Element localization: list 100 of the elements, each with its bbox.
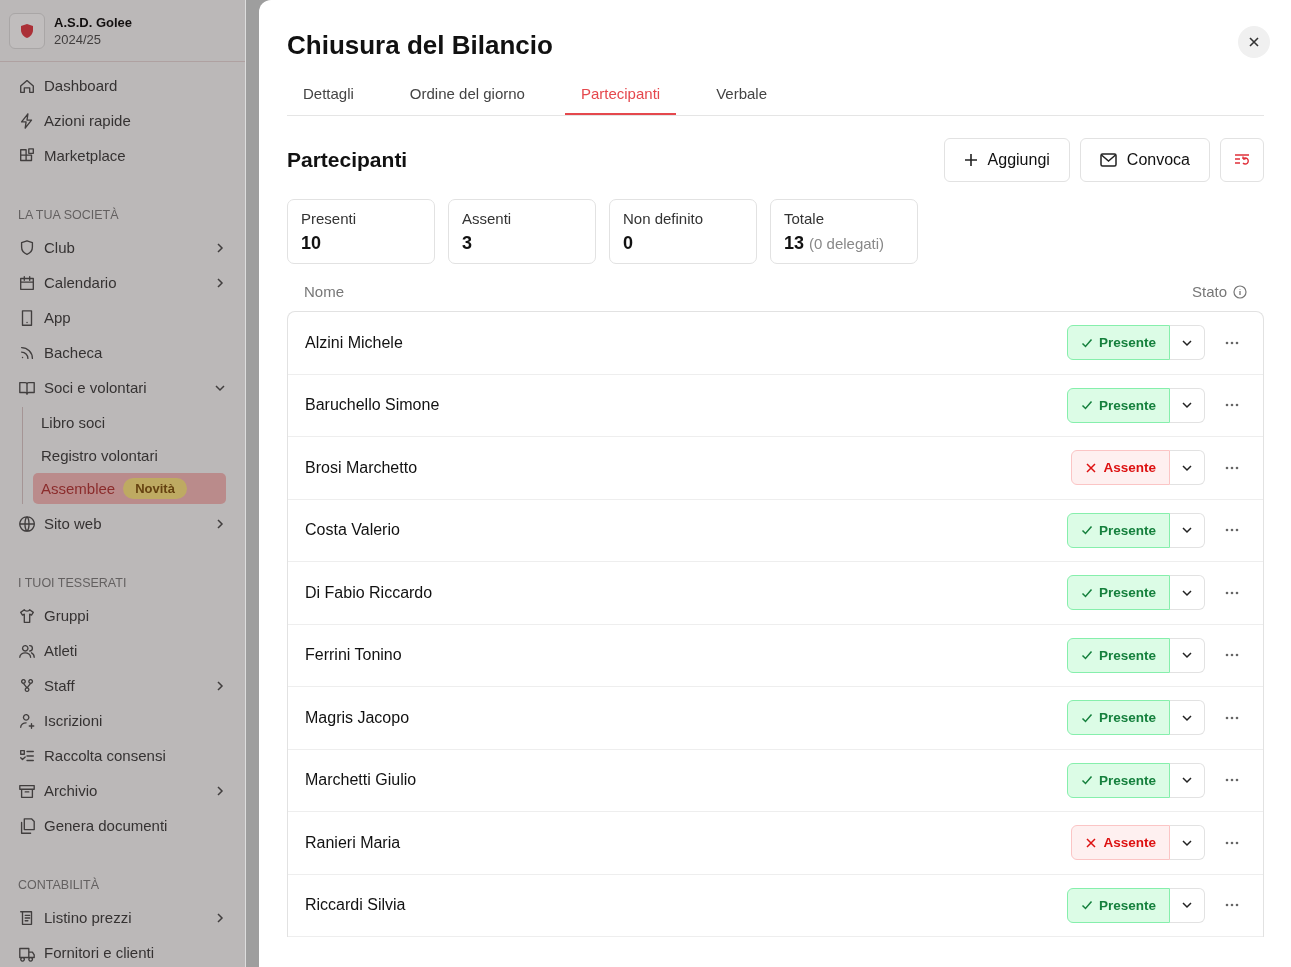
tab[interactable]: Dettagli bbox=[287, 75, 370, 115]
status-button[interactable]: Presente bbox=[1066, 887, 1170, 923]
check-icon bbox=[1080, 649, 1093, 662]
check-icon bbox=[1080, 586, 1093, 599]
status-dropdown[interactable] bbox=[1170, 637, 1205, 673]
section-title: CONTABILITÀ bbox=[17, 876, 101, 894]
shield-icon bbox=[19, 22, 35, 39]
nav-item[interactable]: Soci e volontari bbox=[0, 370, 245, 405]
stat-value: 0 bbox=[623, 233, 633, 254]
status-button[interactable]: Presente bbox=[1066, 575, 1170, 611]
nav-item[interactable]: Bacheca bbox=[0, 335, 245, 370]
status-dropdown[interactable] bbox=[1170, 762, 1205, 798]
add-button[interactable]: Aggiungi bbox=[943, 138, 1070, 182]
participant-name: Costa Valerio bbox=[305, 521, 400, 540]
nav-subitem[interactable]: Registro volontari bbox=[33, 440, 226, 471]
check-icon bbox=[1080, 774, 1093, 787]
nav-item[interactable]: App bbox=[0, 300, 245, 335]
status-dropdown[interactable] bbox=[1170, 575, 1205, 611]
season-label: 2024/25 bbox=[54, 30, 102, 48]
nav-item[interactable]: Raccolta consensi bbox=[0, 738, 245, 773]
plus-icon bbox=[963, 153, 978, 167]
nav-item[interactable]: Dashboard bbox=[0, 68, 245, 103]
participant-name: Marchetti Giulio bbox=[305, 771, 417, 790]
status-button[interactable]: Presente bbox=[1066, 325, 1170, 361]
nav-item[interactable]: Gruppi bbox=[0, 598, 245, 633]
more-icon bbox=[1225, 465, 1239, 470]
status-dropdown[interactable] bbox=[1170, 825, 1205, 861]
more-icon bbox=[1225, 528, 1239, 533]
list-reset-icon bbox=[1234, 153, 1250, 167]
nav-item[interactable]: Marketplace bbox=[0, 138, 245, 173]
status-dropdown[interactable] bbox=[1170, 512, 1205, 548]
more-icon bbox=[1225, 403, 1239, 408]
nav-item[interactable]: Azioni rapide bbox=[0, 103, 245, 138]
nav-item[interactable]: Listino prezzi bbox=[0, 900, 245, 935]
section-title: LA TUA SOCIETÀ bbox=[17, 206, 120, 224]
status-button[interactable]: Presente bbox=[1066, 512, 1170, 548]
status-dropdown[interactable] bbox=[1170, 887, 1205, 923]
participant-name: Magris Jacopo bbox=[305, 708, 410, 727]
nav-item[interactable]: Genera documenti bbox=[0, 808, 245, 843]
status-button[interactable]: Presente bbox=[1066, 700, 1170, 736]
section-heading: Partecipanti bbox=[287, 148, 408, 172]
nav-item[interactable]: Staff bbox=[0, 668, 245, 703]
status-button[interactable]: Presente bbox=[1066, 762, 1170, 798]
tab[interactable]: Verbale bbox=[700, 75, 784, 115]
participant-name: Alzini Michele bbox=[305, 333, 403, 352]
check-icon bbox=[1080, 399, 1093, 412]
tab[interactable]: Ordine del giorno bbox=[393, 75, 541, 115]
check-icon bbox=[1080, 899, 1093, 912]
status-button[interactable]: Assente bbox=[1071, 450, 1170, 486]
status-button[interactable]: Presente bbox=[1066, 637, 1170, 673]
stat-value: 10 bbox=[301, 233, 322, 254]
participant-name: Baruchello Simone bbox=[305, 396, 440, 415]
status-button[interactable]: Presente bbox=[1066, 387, 1170, 423]
check-icon bbox=[1080, 711, 1093, 724]
column-header: Stato bbox=[1191, 283, 1227, 300]
nav-icon bbox=[18, 273, 36, 292]
participant-name: Ferrini Tonino bbox=[305, 646, 402, 665]
more-icon bbox=[1225, 903, 1239, 908]
reset-list-button[interactable] bbox=[1220, 138, 1264, 182]
more-icon bbox=[1225, 590, 1239, 595]
nav-icon bbox=[18, 606, 36, 625]
participant-name: Ranieri Maria bbox=[305, 833, 401, 852]
check-icon bbox=[1080, 336, 1093, 349]
tab[interactable]: Partecipanti bbox=[564, 75, 677, 115]
status-button[interactable]: Assente bbox=[1071, 825, 1170, 861]
nav-item[interactable]: Archivio bbox=[0, 773, 245, 808]
cross-icon bbox=[1085, 461, 1098, 474]
column-header: Nome bbox=[304, 283, 344, 300]
nav-item[interactable]: Club bbox=[0, 230, 245, 265]
nav-item[interactable]: Atleti bbox=[0, 633, 245, 668]
more-icon bbox=[1225, 778, 1239, 783]
convoke-button[interactable]: Convoca bbox=[1079, 138, 1210, 182]
nav-subitem[interactable]: Libro soci bbox=[33, 407, 226, 438]
status-dropdown[interactable] bbox=[1170, 387, 1205, 423]
stat-label: Non definito bbox=[623, 210, 705, 227]
stat-label: Presenti bbox=[301, 210, 358, 227]
participant-name: Riccardi Silvia bbox=[305, 896, 406, 915]
new-badge: Novità bbox=[123, 478, 187, 499]
participant-name: Di Fabio Riccardo bbox=[305, 583, 433, 602]
more-icon bbox=[1225, 840, 1239, 845]
close-icon bbox=[1248, 35, 1260, 48]
nav-icon bbox=[18, 711, 36, 730]
nav-icon bbox=[18, 238, 36, 257]
nav-item[interactable]: Iscrizioni bbox=[0, 703, 245, 738]
nav-item[interactable]: Sito web bbox=[0, 506, 245, 541]
nav-item[interactable]: Calendario bbox=[0, 265, 245, 300]
close-button[interactable] bbox=[1238, 25, 1270, 58]
participant-name: Brosi Marchetto bbox=[305, 458, 418, 477]
dialog-title: Chiusura del Bilancio bbox=[287, 30, 553, 61]
status-dropdown[interactable] bbox=[1170, 700, 1205, 736]
status-dropdown[interactable] bbox=[1170, 325, 1205, 361]
stat-value: 13 bbox=[784, 233, 805, 254]
info-icon bbox=[1233, 284, 1247, 299]
stat-note: (0 delegati) bbox=[809, 235, 885, 252]
more-icon bbox=[1225, 340, 1239, 345]
club-name: A.S.D. Golee bbox=[54, 13, 133, 31]
stat-label: Assenti bbox=[462, 210, 513, 227]
status-dropdown[interactable] bbox=[1170, 450, 1205, 486]
nav-item[interactable]: Fornitori e clienti bbox=[0, 935, 245, 967]
nav-subitem[interactable]: Assemblee Novità bbox=[33, 473, 226, 504]
